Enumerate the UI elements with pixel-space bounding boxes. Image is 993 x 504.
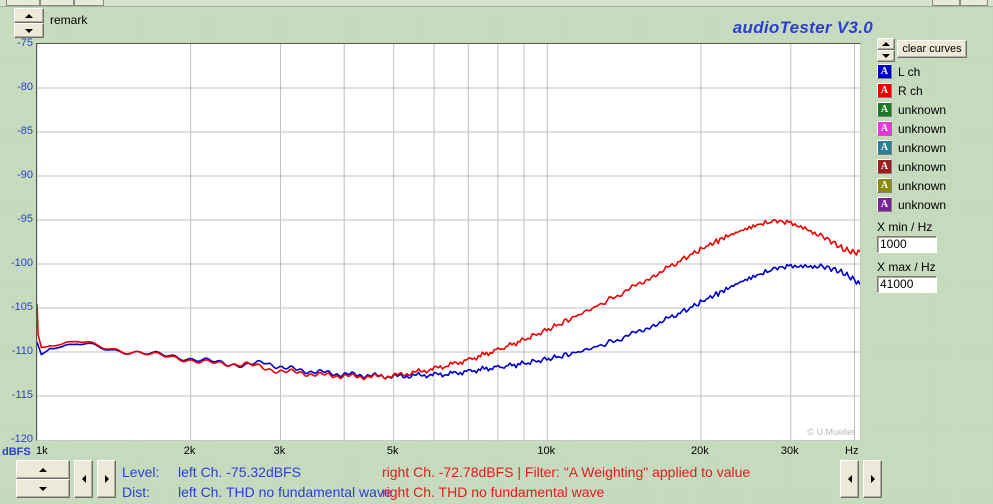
dist-left-value: left Ch. THD no fundamental wave <box>178 484 392 500</box>
x-axis-tick-label: 2k <box>183 445 196 457</box>
x-axis-tick-label: 1k <box>36 445 48 457</box>
y-axis-tick-label: -100 <box>10 257 33 269</box>
x-axis-tick-label: 30k <box>780 445 799 457</box>
app-brand-title: audioTester V3.0 <box>732 18 873 37</box>
spectrum-plot[interactable]: © U.Mueller <box>36 43 861 441</box>
x-axis-tick-label: 20k <box>691 445 709 457</box>
pan-left-right-controls-right[interactable] <box>840 460 882 498</box>
pan-right-button[interactable] <box>97 460 116 498</box>
y-axis-tick-label: -95 <box>17 213 33 225</box>
legend-label: unknown <box>898 197 947 212</box>
legend-row-4[interactable]: Aunknown <box>877 138 989 157</box>
y-axis-tick-label: -80 <box>17 81 33 93</box>
arrow-down-icon <box>882 54 890 58</box>
legend-row-6[interactable]: Aunknown <box>877 176 989 195</box>
freq-pan-right-button[interactable] <box>863 460 882 498</box>
legend-row-7[interactable]: Aunknown <box>877 195 989 214</box>
legend-color-swatch-icon[interactable]: A <box>877 197 892 212</box>
legend-color-swatch-icon[interactable]: A <box>877 159 892 174</box>
pan-left-right-controls-left[interactable] <box>74 460 116 498</box>
y-axis-tick-label: -85 <box>17 125 33 137</box>
arrow-down-icon <box>39 486 47 491</box>
x-axis-unit-label: Hz <box>845 445 859 457</box>
audiotester-window: remark audioTester V3.0 clear curves A L … <box>0 0 993 504</box>
y-scale-up-button[interactable] <box>14 8 44 23</box>
toolbar-strip <box>0 0 993 7</box>
legend-label: unknown <box>898 140 947 155</box>
x-axis-tick-label: 3k <box>273 445 286 457</box>
legend-row-1[interactable]: A R ch <box>877 81 989 100</box>
scroll-down-button[interactable] <box>16 479 70 498</box>
y-axis-ticks: -75 -80 -85 -90 -95 -100 -105 -110 -115 -120 <box>0 37 33 445</box>
y-axis-tick-label: -75 <box>17 37 33 49</box>
arrow-up-icon <box>39 467 47 472</box>
pan-left-button[interactable] <box>74 460 93 498</box>
legend-label: unknown <box>898 178 947 193</box>
scroll-up-button[interactable] <box>16 460 70 479</box>
remark-label: remark <box>50 13 88 27</box>
x-min-label: X min / Hz <box>877 220 933 234</box>
legend-row-3[interactable]: Aunknown <box>877 119 989 138</box>
legend-color-swatch-icon[interactable]: A <box>877 140 892 155</box>
spectrum-plot-area[interactable]: © U.Mueller <box>36 43 861 441</box>
x-min-group: X min / Hz <box>877 220 937 253</box>
x-max-group: X max / Hz <box>877 260 937 293</box>
x-max-input[interactable] <box>877 275 937 293</box>
arrow-right-icon <box>870 475 875 483</box>
arrow-up-icon <box>25 13 33 18</box>
y-axis-tick-label: -110 <box>11 345 33 357</box>
level-right-value: right Ch. -72.78dBFS | Filter: "A Weight… <box>382 464 751 480</box>
legend-label: unknown <box>898 159 947 174</box>
level-left-value: left Ch. -75.32dBFS <box>178 464 301 480</box>
curve-select-spinner[interactable] <box>877 38 895 62</box>
y-axis-tick-label: -115 <box>11 389 33 401</box>
curve-legend: AL ch A R ch Aunknown Aunknown Aunknown Aunkno… <box>877 62 989 214</box>
arrow-down-icon <box>25 28 33 33</box>
x-axis-tick-label: 5k <box>386 445 399 457</box>
x-axis-tick-label: 10k <box>537 445 556 457</box>
legend-label: R ch <box>898 83 923 98</box>
y-scale-down-button[interactable] <box>14 23 44 38</box>
spectrum-plot-svg <box>37 44 860 440</box>
y-axis-tick-label: -105 <box>10 301 33 313</box>
arrow-up-icon <box>882 42 890 46</box>
legend-label: L ch <box>898 64 921 79</box>
legend-color-swatch-icon[interactable]: A <box>877 178 892 193</box>
legend-row-0[interactable]: A L ch <box>877 62 989 81</box>
y-axis-tick-label: -90 <box>17 169 33 181</box>
arrow-left-icon <box>81 475 86 483</box>
x-max-label: X max / Hz <box>877 260 936 274</box>
x-min-input[interactable] <box>877 235 937 253</box>
legend-label: unknown <box>898 121 947 136</box>
copyright-watermark: © U.Mueller <box>807 427 855 437</box>
y-scale-spinner[interactable] <box>14 8 44 38</box>
legend-color-swatch-icon[interactable]: A <box>877 64 892 79</box>
legend-row-2[interactable]: Aunknown <box>877 100 989 119</box>
curve-select-down-button[interactable] <box>877 50 895 62</box>
legend-color-swatch-icon[interactable]: A <box>877 83 892 98</box>
toolbar-chip-5[interactable] <box>960 0 988 6</box>
legend-color-swatch-icon[interactable]: A <box>877 121 892 136</box>
arrow-left-icon <box>847 475 852 483</box>
arrow-right-icon <box>104 475 109 483</box>
legend-color-swatch-icon[interactable]: A <box>877 102 892 117</box>
toolbar-chip-4[interactable] <box>932 0 960 6</box>
level-row-label: Level: <box>122 464 160 480</box>
toolbar-chip-3[interactable] <box>74 0 104 6</box>
y-axis-unit-label: dBFS <box>2 446 31 458</box>
toolbar-chip-2[interactable] <box>40 0 74 6</box>
dist-right-value: right Ch. THD no fundamental wave <box>382 484 605 500</box>
freq-pan-left-button[interactable] <box>840 460 859 498</box>
scroll-vertical-spinner[interactable] <box>16 460 70 498</box>
dist-row-label: Dist: <box>122 484 150 500</box>
y-axis-tick-label: -120 <box>10 433 33 445</box>
curve-select-up-button[interactable] <box>877 38 895 50</box>
legend-row-5[interactable]: Aunknown <box>877 157 989 176</box>
clear-curves-button[interactable]: clear curves <box>897 40 967 58</box>
toolbar-chip-1[interactable] <box>6 0 40 6</box>
legend-label: unknown <box>898 102 947 117</box>
